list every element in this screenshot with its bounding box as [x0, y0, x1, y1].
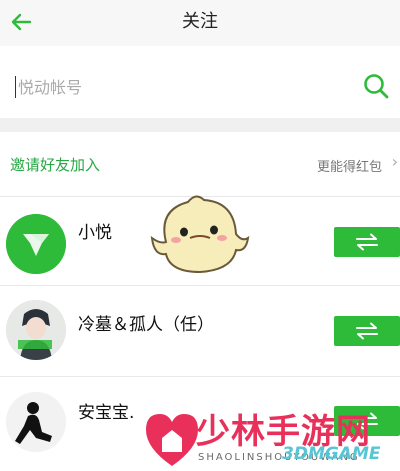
follow-button[interactable] — [334, 316, 400, 346]
search-icon — [364, 74, 389, 99]
invite-reward-hint: 更能得红包 — [316, 160, 382, 175]
yuedong-logo-icon — [6, 214, 66, 274]
avatar — [6, 214, 66, 274]
swap-arrows-icon — [356, 233, 378, 251]
chevron-right-icon: › — [391, 152, 398, 171]
page-title: 关注 — [182, 11, 218, 32]
search-button[interactable] — [360, 70, 392, 102]
watermark-brand: 3DMGAME — [282, 444, 381, 464]
mascot-sticker — [148, 190, 252, 278]
anime-boy-photo-icon — [6, 300, 66, 360]
user-name: 冷墓＆孤人（任） — [78, 315, 214, 335]
avatar — [6, 392, 66, 452]
section-divider — [0, 118, 400, 132]
invite-friends-label: 邀请好友加入 — [10, 156, 101, 174]
silhouette-photo-icon — [6, 392, 66, 452]
swap-arrows-icon — [356, 322, 378, 340]
user-name: 小悦 — [78, 223, 112, 243]
user-name: 安宝宝. — [78, 403, 135, 423]
search-input[interactable] — [18, 73, 338, 101]
follow-button[interactable] — [334, 227, 400, 257]
text-caret — [15, 76, 16, 98]
avatar — [6, 300, 66, 360]
